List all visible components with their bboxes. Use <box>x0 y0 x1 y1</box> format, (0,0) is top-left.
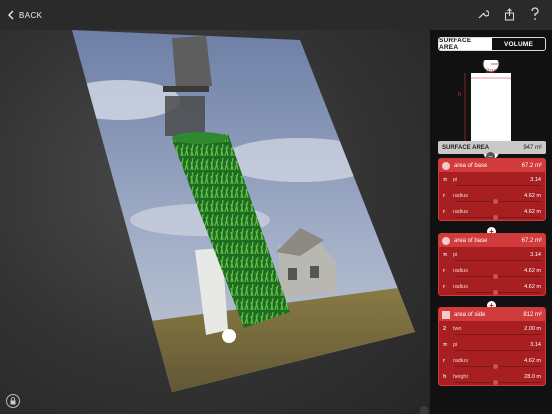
variable-row[interactable]: r radius 4.62 m <box>439 353 545 369</box>
area-card[interactable]: area of side 812 m² 2 two 2.00 m π pi 3.14 r… <box>438 307 546 386</box>
variable-row[interactable]: π pi 3.14 <box>439 337 545 353</box>
mode-segmented-control: SURFACE AREA VOLUME <box>438 37 546 51</box>
variable-row[interactable]: π pi 3.14 <box>439 172 545 188</box>
variable-symbol: r <box>443 358 446 364</box>
area-card[interactable]: area of base 67.2 m² π pi 3.14 r radius 4.62… <box>438 233 546 296</box>
variable-row[interactable]: r radius 4.62 m <box>439 204 545 220</box>
area-card[interactable]: area of base 67.2 m² π pi 3.14 r radius 4.62… <box>438 158 546 221</box>
share-icon[interactable] <box>502 6 516 22</box>
variable-row[interactable]: π pi 3.14 <box>439 247 545 263</box>
chevron-left-icon <box>8 10 14 20</box>
tab-volume[interactable]: VOLUME <box>492 38 545 50</box>
variable-value: 4.62 m <box>524 284 541 290</box>
variable-value: 4.62 m <box>524 268 541 274</box>
area-card-header: area of base 67.2 m² <box>439 234 545 247</box>
wrench-icon[interactable] <box>476 6 490 22</box>
variable-value: 3.14 <box>530 177 541 183</box>
variable-value: 3.14 <box>530 342 541 348</box>
lighthouse-photo <box>72 30 415 392</box>
variable-value: 2.00 m <box>524 326 541 332</box>
top-bar: BACK <box>0 0 552 30</box>
variable-name: pi <box>453 252 458 258</box>
area-card-title: area of base <box>454 237 488 244</box>
variable-row[interactable]: h height 28.0 m <box>439 369 545 385</box>
area-card-header: area of side 812 m² <box>439 308 545 321</box>
area-card-value: 67.2 m² <box>521 162 542 169</box>
circle-shape-icon <box>442 161 450 170</box>
measurement-panel: SURFACE AREA VOLUME 2πr h SURFACE AREA 9… <box>430 30 552 414</box>
circumference-label: 2πr <box>486 69 496 75</box>
lock-icon[interactable] <box>6 394 20 408</box>
area-card-header: area of base 67.2 m² <box>439 159 545 172</box>
area-card-title: area of side <box>454 311 486 318</box>
variable-row[interactable]: r radius 4.62 m <box>439 188 545 204</box>
variable-symbol: r <box>443 209 446 215</box>
panel-drag-handle[interactable] <box>420 406 428 414</box>
variable-name: two <box>453 326 462 332</box>
variable-symbol: r <box>443 193 446 199</box>
ar-viewport[interactable] <box>0 30 430 414</box>
square-shape-icon <box>442 310 450 319</box>
variable-symbol: 2 <box>443 326 447 332</box>
variable-value: 4.62 m <box>524 358 541 364</box>
surface-area-value: 947 m² <box>523 144 542 151</box>
variable-name: radius <box>453 268 468 274</box>
variable-row[interactable]: 2 two 2.00 m <box>439 321 545 337</box>
variable-name: pi <box>453 342 458 348</box>
variable-symbol: r <box>443 268 446 274</box>
slider-knob[interactable] <box>493 215 498 220</box>
variable-name: radius <box>453 209 468 215</box>
variable-value: 28.0 m <box>524 374 541 380</box>
variable-symbol: r <box>443 284 446 290</box>
variable-value: 3.14 <box>530 252 541 258</box>
variable-name: radius <box>453 358 468 364</box>
variable-row[interactable]: r radius 4.62 m <box>439 279 545 295</box>
variable-row[interactable]: r radius 4.62 m <box>439 263 545 279</box>
area-card-value: 812 m² <box>523 311 542 318</box>
variable-symbol: π <box>443 177 448 183</box>
variable-symbol: h <box>443 374 447 380</box>
slider-knob[interactable] <box>493 290 498 295</box>
height-label: h <box>458 92 462 98</box>
variable-symbol: π <box>443 342 448 348</box>
circle-shape-icon <box>442 236 450 245</box>
variable-name: radius <box>453 284 468 290</box>
help-icon[interactable] <box>528 6 542 22</box>
variable-value: 4.62 m <box>524 193 541 199</box>
variable-name: radius <box>453 193 468 199</box>
variable-value: 4.62 m <box>524 209 541 215</box>
variable-name: height <box>453 374 468 380</box>
area-card-value: 67.2 m² <box>521 237 542 244</box>
surface-area-label: SURFACE AREA <box>442 144 490 151</box>
back-button[interactable]: BACK <box>8 8 42 22</box>
area-card-title: area of base <box>454 162 488 169</box>
variable-name: pi <box>453 177 458 183</box>
tab-surface-area[interactable]: SURFACE AREA <box>439 38 492 50</box>
back-label: BACK <box>19 10 43 20</box>
slider-knob[interactable] <box>493 380 498 385</box>
variable-symbol: π <box>443 252 448 258</box>
